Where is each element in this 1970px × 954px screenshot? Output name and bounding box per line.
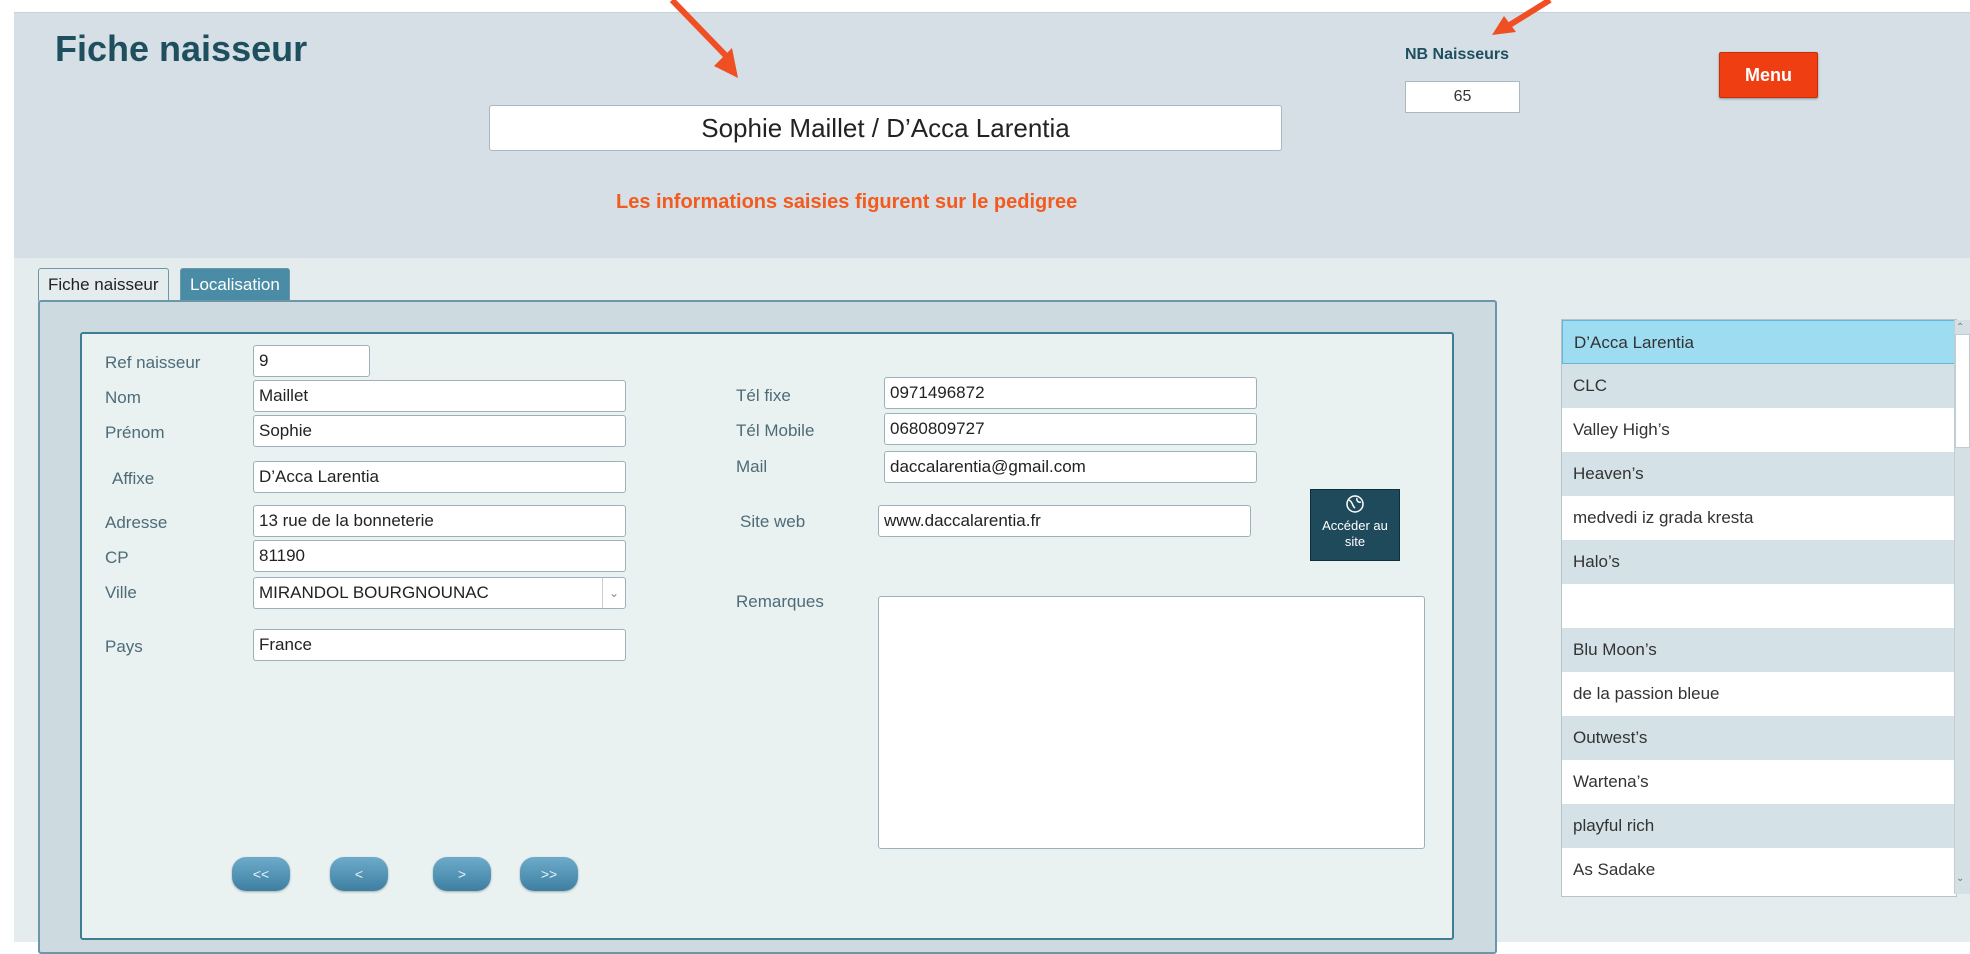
list-item[interactable]: de la passion bleue (1562, 672, 1956, 716)
list-item[interactable]: Blu Moon’s (1562, 628, 1956, 672)
list-item[interactable]: medvedi iz grada kresta (1562, 496, 1956, 540)
mail-field[interactable]: daccalarentia@gmail.com (884, 451, 1257, 483)
chevron-down-icon[interactable]: ⌄ (602, 578, 625, 608)
site-web-field[interactable]: www.daccalarentia.fr (878, 505, 1251, 537)
scroll-down-icon[interactable]: ⌄ (1956, 873, 1964, 884)
tab-localisation[interactable]: Localisation (180, 268, 290, 301)
list-item[interactable]: CLC (1562, 364, 1956, 408)
last-record-button[interactable]: >> (520, 857, 578, 891)
list-item[interactable] (1562, 584, 1956, 628)
nb-naisseurs-value: 65 (1405, 81, 1520, 113)
annotation-arrow (669, 0, 738, 78)
prev-record-button[interactable]: < (330, 857, 388, 891)
breeder-list: D’Acca Larentia CLC Valley High’s Heaven… (1561, 319, 1957, 897)
tel-mobile-label: Tél Mobile (736, 421, 815, 440)
remarques-label: Remarques (736, 592, 824, 611)
ref-field[interactable]: 9 (253, 345, 370, 377)
prenom-label: Prénom (105, 423, 165, 442)
mail-label: Mail (736, 457, 768, 476)
ville-value: MIRANDOL BOURGNOUNAC (259, 583, 489, 602)
list-item[interactable]: Wartena’s (1562, 760, 1956, 804)
list-item[interactable]: As Sadake (1562, 848, 1956, 892)
notice-text: Les informations saisies figurent sur le… (616, 191, 1078, 213)
nom-field[interactable]: Maillet (253, 380, 626, 412)
nb-naisseurs-label: NB Naisseurs (1405, 46, 1510, 63)
tel-fixe-field[interactable]: 0971496872 (884, 377, 1257, 409)
breeder-banner: Sophie Maillet / D’Acca Larentia (489, 105, 1282, 151)
page-title: Fiche naisseur (55, 28, 308, 69)
tab-fiche-naisseur[interactable]: Fiche naisseur (38, 268, 169, 301)
cp-field[interactable]: 81190 (253, 540, 626, 572)
tel-mobile-field[interactable]: 0680809727 (884, 413, 1257, 445)
first-record-button[interactable]: << (232, 857, 290, 891)
ville-select[interactable]: MIRANDOL BOURGNOUNAC ⌄ (253, 577, 626, 609)
pays-field[interactable]: France (253, 629, 626, 661)
list-item[interactable]: Valley High’s (1562, 408, 1956, 452)
menu-button[interactable]: Menu (1719, 52, 1818, 98)
ref-label: Ref naisseur (105, 353, 201, 372)
cp-label: CP (105, 548, 129, 567)
list-scrollbar-thumb[interactable] (1955, 334, 1970, 448)
pays-label: Pays (105, 637, 143, 656)
ville-label: Ville (105, 583, 137, 602)
prenom-field[interactable]: Sophie (253, 415, 626, 447)
adresse-field[interactable]: 13 rue de la bonneterie (253, 505, 626, 537)
globe-icon (1346, 495, 1364, 513)
tel-fixe-label: Tél fixe (736, 386, 791, 405)
visit-site-label-1: Accéder au (1322, 518, 1388, 533)
list-item[interactable]: Outwest’s (1562, 716, 1956, 760)
list-item[interactable]: playful rich (1562, 804, 1956, 848)
remarques-textarea[interactable] (878, 596, 1425, 849)
visit-site-label-2: site (1344, 534, 1366, 549)
list-item[interactable]: D’Acca Larentia (1562, 320, 1956, 364)
list-item[interactable]: Heaven’s (1562, 452, 1956, 496)
affixe-label: Affixe (112, 469, 155, 488)
next-record-button[interactable]: > (433, 857, 491, 891)
site-web-label: Site web (740, 512, 806, 531)
visit-site-button[interactable]: Accéder au site (1310, 489, 1400, 561)
nom-label: Nom (105, 388, 141, 407)
scroll-up-icon[interactable]: ⌃ (1956, 322, 1964, 333)
affixe-field[interactable]: D’Acca Larentia (253, 461, 626, 493)
list-item[interactable]: Halo’s (1562, 540, 1956, 584)
annotation-arrow (1492, 0, 1552, 35)
adresse-label: Adresse (105, 513, 168, 532)
